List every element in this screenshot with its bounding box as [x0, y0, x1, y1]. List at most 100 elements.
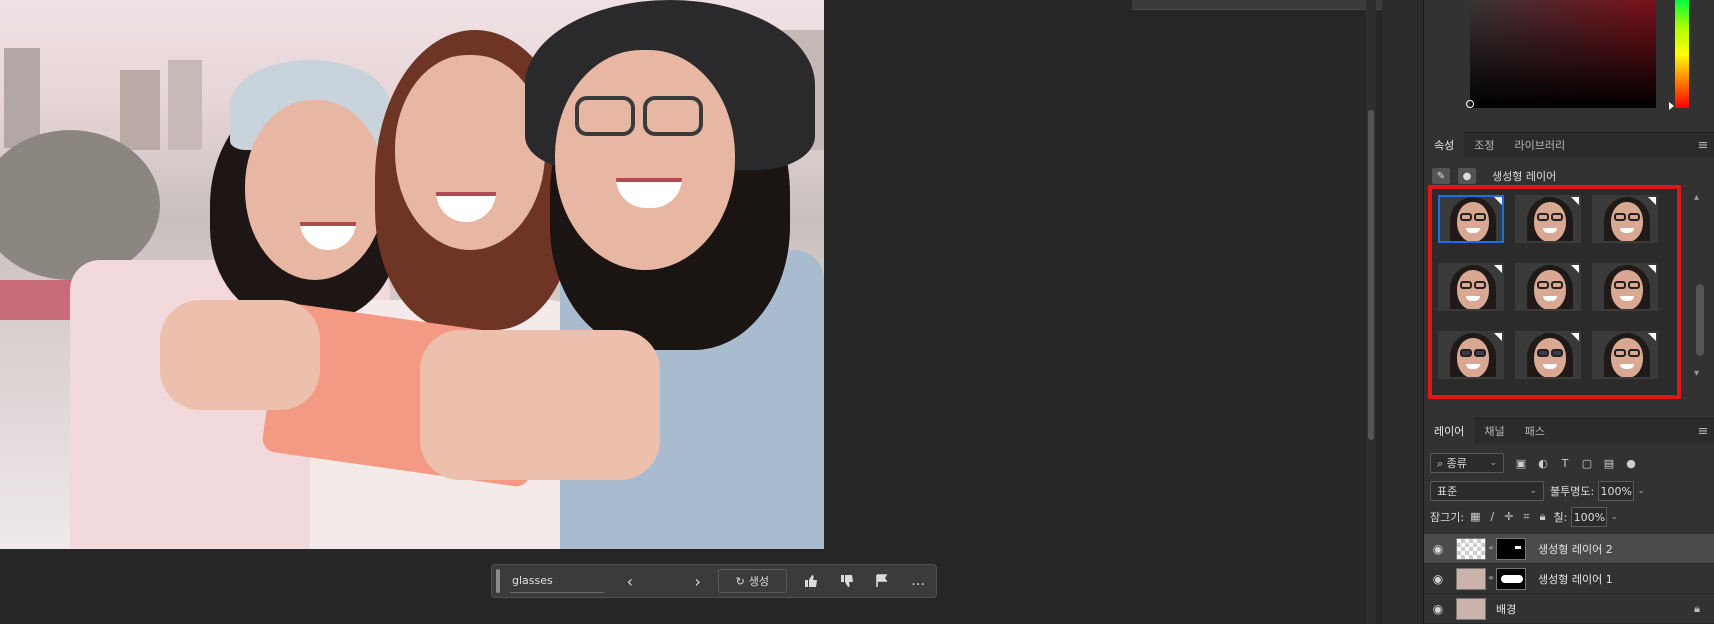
- prompt-input[interactable]: [509, 569, 604, 593]
- variation-thumbnail[interactable]: [1592, 195, 1658, 243]
- hue-slider-handle[interactable]: [1669, 102, 1674, 110]
- tab-channels[interactable]: 채널: [1474, 418, 1514, 444]
- scroll-thumb[interactable]: [1368, 110, 1374, 440]
- taskbar-grip[interactable]: [496, 569, 500, 593]
- thumbs-up-button[interactable]: [793, 569, 829, 593]
- chevron-down-icon[interactable]: ⌄: [1607, 507, 1621, 527]
- refresh-icon: ↻: [735, 574, 745, 588]
- chevron-down-icon: ⌄: [1529, 486, 1537, 496]
- artboard-icon[interactable]: ⌗: [1523, 510, 1529, 524]
- thumbs-down-icon: [840, 575, 853, 587]
- blend-mode-select[interactable]: 표준 ⌄: [1430, 481, 1544, 501]
- layer-name: 생성형 레이어 1: [1538, 572, 1613, 586]
- fill-label: 칠:: [1553, 511, 1568, 524]
- layers-panel: 레이어 채널 패스 ≡ ⌕ 종류 ⌄ ▣ ◐ T ▢ ▤ ● 표준 ⌄ 불투명도…: [1424, 418, 1714, 624]
- lock-icons: ▦ ∕ ✛ ⌗ 🔒︎: [1470, 510, 1545, 524]
- more-icon: …: [911, 573, 926, 589]
- lock-all-icon[interactable]: 🔒︎: [1540, 510, 1546, 524]
- hue-slider[interactable]: [1669, 0, 1689, 110]
- opacity-input[interactable]: 100%: [1598, 481, 1635, 501]
- canvas-scrollbar[interactable]: [1366, 0, 1376, 624]
- color-picker-handle[interactable]: [1466, 100, 1474, 108]
- layer-name: 배경: [1496, 602, 1517, 616]
- variation-thumbnail[interactable]: [1438, 195, 1504, 243]
- variation-thumbnail[interactable]: [1515, 263, 1581, 311]
- panel-icon-bar: [1382, 0, 1424, 624]
- eye-icon[interactable]: ◉: [1424, 542, 1452, 556]
- lock-label: 잠그기:: [1430, 511, 1465, 524]
- layer-thumbnail: [1456, 537, 1486, 560]
- variation-thumbnail[interactable]: [1515, 195, 1581, 243]
- properties-header: ✎ ● 생성형 레이어: [1432, 166, 1556, 186]
- panel-menu-icon[interactable]: ≡: [1692, 418, 1714, 444]
- variations-grid: [1438, 195, 1658, 379]
- eye-icon[interactable]: ◉: [1424, 572, 1452, 586]
- lock-icon: 🔒︎: [1694, 601, 1700, 615]
- adjustment-filter-icon[interactable]: ◐: [1536, 457, 1550, 470]
- right-panels: 속성 조정 라이브러리 ≡ ✎ ● 생성형 레이어 ▴ ▾ 레이어 채널 패스: [1424, 0, 1714, 624]
- variations-highlight-box: [1428, 185, 1681, 399]
- layer-mask-thumbnail[interactable]: [1496, 537, 1526, 560]
- layer-row[interactable]: ◉ ⚭ 생성형 레이어 2: [1424, 534, 1714, 564]
- scroll-thumb[interactable]: [1696, 284, 1704, 356]
- document-image[interactable]: [0, 0, 824, 549]
- flag-icon: [876, 574, 888, 587]
- generative-layer-icon: ✎: [1432, 168, 1450, 184]
- filter-toggle-icon[interactable]: ●: [1624, 457, 1638, 470]
- tab-paths[interactable]: 패스: [1515, 418, 1555, 444]
- smart-object-filter-icon[interactable]: ▤: [1602, 457, 1616, 470]
- chevron-down-icon: ⌄: [1489, 458, 1497, 468]
- chevron-up-icon[interactable]: ▴: [1694, 192, 1699, 203]
- variation-thumbnail[interactable]: [1515, 331, 1581, 379]
- opacity-label: 불투명도:: [1550, 485, 1595, 498]
- properties-title: 생성형 레이어: [1492, 170, 1557, 183]
- fill-input[interactable]: 100%: [1571, 507, 1608, 527]
- link-icon[interactable]: ⚭: [1486, 574, 1496, 584]
- tab-properties[interactable]: 속성: [1424, 132, 1465, 158]
- eye-icon[interactable]: ◉: [1424, 602, 1452, 616]
- report-button[interactable]: [865, 569, 901, 593]
- chevron-down-icon[interactable]: ▾: [1694, 368, 1699, 379]
- generate-label: 생성: [748, 575, 770, 588]
- lock-brush-icon[interactable]: ∕: [1490, 510, 1494, 524]
- canvas-area[interactable]: ‹ › ↻ 생성 …: [0, 0, 1366, 624]
- previous-variation-button[interactable]: ‹: [616, 569, 644, 593]
- layer-filter-select[interactable]: ⌕ 종류 ⌄: [1430, 453, 1504, 473]
- variation-thumbnail[interactable]: [1438, 331, 1504, 379]
- next-variation-button[interactable]: ›: [684, 569, 712, 593]
- layer-row[interactable]: ◉ ⚭ 생성형 레이어 1: [1424, 564, 1714, 594]
- link-icon[interactable]: ⚭: [1486, 544, 1496, 554]
- variation-thumbnail[interactable]: [1438, 263, 1504, 311]
- layer-filter-row: ⌕ 종류 ⌄ ▣ ◐ T ▢ ▤ ●: [1430, 452, 1638, 474]
- tab-adjustments[interactable]: 조정: [1464, 132, 1504, 158]
- shape-filter-icon[interactable]: ▢: [1580, 457, 1594, 470]
- layer-name: 생성형 레이어 2: [1538, 542, 1613, 556]
- layer-thumbnail: [1456, 567, 1486, 590]
- thumbs-down-button[interactable]: [829, 569, 865, 593]
- panel-menu-icon[interactable]: ≡: [1692, 132, 1714, 158]
- lock-transparency-icon[interactable]: ▦: [1470, 510, 1480, 524]
- tab-layers[interactable]: 레이어: [1424, 418, 1475, 444]
- chevron-down-icon[interactable]: ⌄: [1634, 481, 1648, 501]
- type-filter-icon[interactable]: T: [1558, 457, 1572, 470]
- properties-scrollbar[interactable]: ▴ ▾: [1692, 192, 1708, 392]
- lock-position-icon[interactable]: ✛: [1504, 510, 1513, 524]
- search-icon: ⌕: [1437, 457, 1444, 470]
- blend-opacity-row: 표준 ⌄ 불투명도: 100% ⌄: [1430, 480, 1648, 502]
- image-filter-icon[interactable]: ▣: [1514, 457, 1528, 470]
- layers-tabbar: 레이어 채널 패스 ≡: [1424, 418, 1714, 444]
- layer-row[interactable]: ◉ 배경 🔒︎: [1424, 594, 1714, 624]
- mask-icon: ●: [1458, 168, 1476, 184]
- properties-tabbar: 속성 조정 라이브러리 ≡: [1424, 132, 1714, 158]
- layer-mask-thumbnail[interactable]: [1496, 567, 1526, 590]
- variation-thumbnail[interactable]: [1592, 331, 1658, 379]
- more-options-button[interactable]: …: [900, 569, 936, 593]
- docked-panel-edge: [1132, 0, 1382, 10]
- layer-thumbnail: [1456, 597, 1486, 620]
- color-picker-panel: [1424, 0, 1714, 128]
- tab-libraries[interactable]: 라이브러리: [1505, 132, 1576, 158]
- variation-thumbnail[interactable]: [1592, 263, 1658, 311]
- color-field[interactable]: [1466, 0, 1656, 108]
- chevron-right-icon: ›: [694, 571, 701, 591]
- generate-button[interactable]: ↻ 생성: [717, 569, 788, 593]
